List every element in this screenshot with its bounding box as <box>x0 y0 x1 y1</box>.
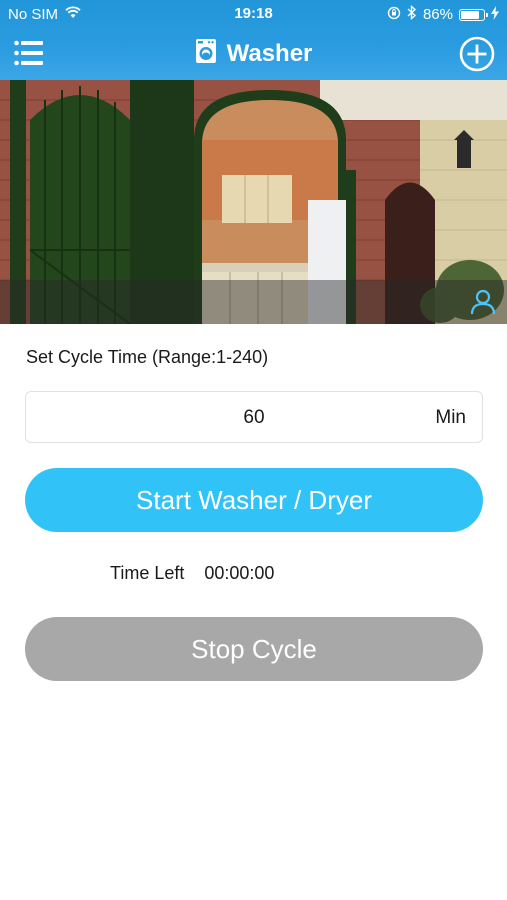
user-icon[interactable] <box>469 288 497 316</box>
photo-overlay-bar <box>0 280 507 324</box>
time-left-value: 00:00:00 <box>204 563 275 583</box>
page-title: Washer <box>226 39 313 67</box>
nav-bar: Washer <box>0 28 507 80</box>
plus-circle-icon[interactable] <box>459 36 495 72</box>
charging-bolt-icon <box>491 5 499 24</box>
cycle-time-unit: Min <box>435 407 466 428</box>
stop-cycle-button[interactable]: Stop Cycle <box>25 617 483 681</box>
orientation-lock-icon <box>387 6 401 24</box>
battery-icon <box>459 8 488 21</box>
time-left-row: Time Left 00:00:00 <box>110 563 274 584</box>
app-header: No SIM 19:18 86% Washer <box>0 0 507 80</box>
room-photo <box>0 80 507 324</box>
time-left-label: Time Left <box>110 563 185 583</box>
status-right: 86% <box>387 4 499 24</box>
battery-percent: 86% <box>422 6 453 23</box>
cycle-time-label: Set Cycle Time (Range:1-240) <box>26 347 269 367</box>
cycle-time-input[interactable] <box>26 392 482 444</box>
status-bar: No SIM 19:18 86% <box>0 0 507 28</box>
start-washer-dryer-button[interactable]: Start Washer / Dryer <box>25 468 483 532</box>
washing-machine-icon <box>195 38 217 69</box>
bluetooth-icon <box>407 4 417 24</box>
nav-title-group: Washer <box>0 38 507 69</box>
cycle-time-field[interactable]: Min <box>25 391 483 444</box>
